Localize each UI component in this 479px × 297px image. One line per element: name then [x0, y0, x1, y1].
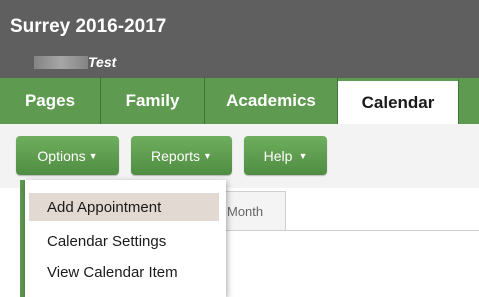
reports-button[interactable]: Reports ▼ [131, 136, 232, 175]
menu-item-calendar-settings[interactable]: Calendar Settings [29, 227, 219, 255]
help-button-label: Help [263, 147, 293, 164]
main-tab-bar: Pages Family Academics Calendar [0, 78, 479, 124]
menu-item-add-appointment[interactable]: Add Appointment [29, 193, 219, 221]
menu-item-view-calendar-item[interactable]: View Calendar Item [29, 258, 219, 286]
tab-pages[interactable]: Pages [0, 78, 101, 124]
tab-calendar[interactable]: Calendar [338, 78, 459, 124]
options-dropdown-menu: Add Appointment Calendar Settings View C… [25, 180, 226, 297]
caret-down-icon: ▼ [88, 150, 98, 161]
options-button-label: Options [37, 147, 86, 164]
caret-down-icon: ▼ [298, 150, 308, 161]
help-button[interactable]: Help ▼ [244, 136, 327, 175]
caret-down-icon: ▼ [203, 150, 212, 161]
redacted-user-name [34, 56, 88, 69]
user-name: Test [88, 54, 117, 70]
reports-button-label: Reports [151, 147, 201, 164]
month-tab-label: Month [227, 203, 264, 219]
tab-family[interactable]: Family [101, 78, 205, 124]
options-button[interactable]: Options ▼ [16, 136, 119, 175]
app-header: Surrey 2016-2017 Test [0, 0, 479, 78]
school-title: Surrey 2016-2017 [10, 16, 167, 37]
tab-academics[interactable]: Academics [205, 78, 338, 124]
